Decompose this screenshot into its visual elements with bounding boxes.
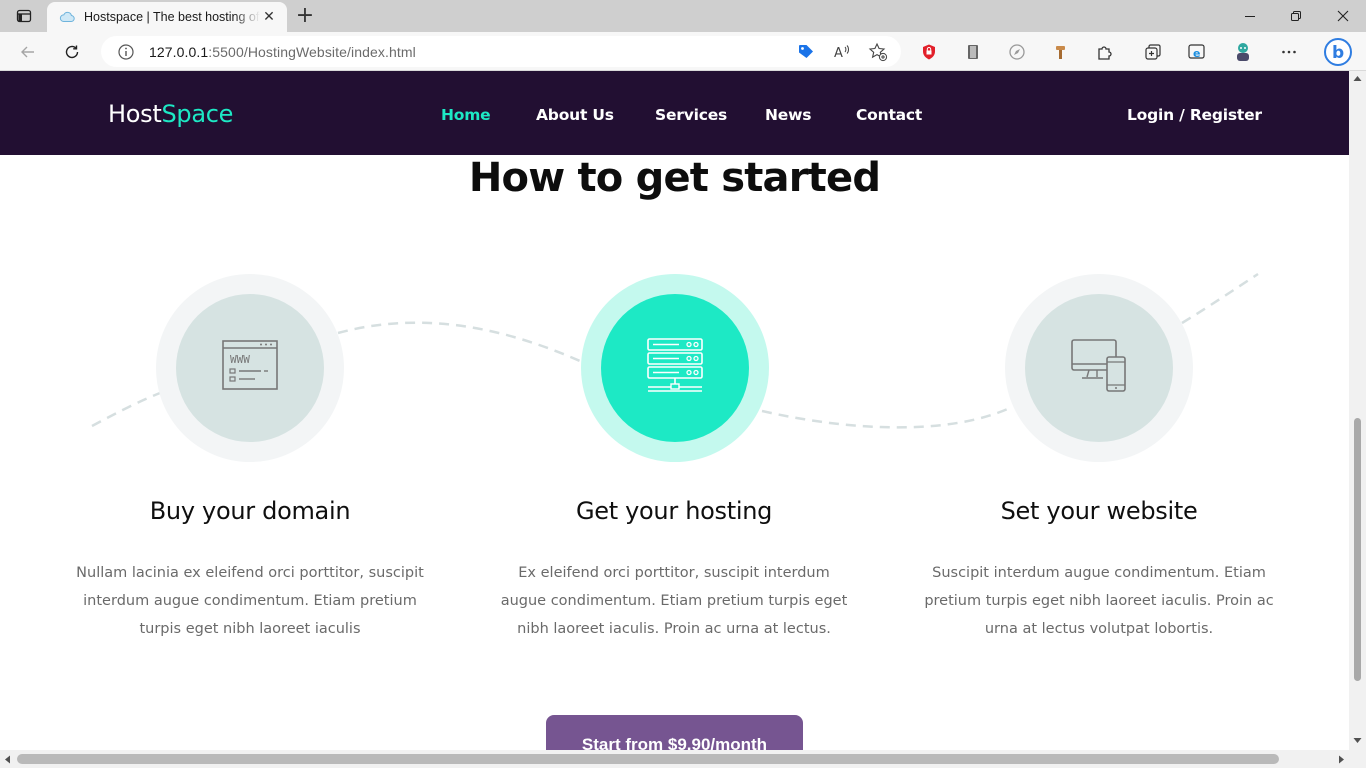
site-info-icon[interactable] <box>117 43 135 61</box>
scroll-up-arrow-icon[interactable] <box>1353 75 1362 82</box>
devices-icon <box>1069 336 1129 400</box>
close-window-icon[interactable] <box>1332 5 1354 27</box>
extension-hammer-icon[interactable] <box>1048 39 1074 65</box>
extension-compass-icon[interactable] <box>1004 39 1030 65</box>
tab-title: Hostspace | The best hosting offers <box>84 10 260 24</box>
profile-avatar-icon[interactable] <box>1230 39 1256 65</box>
add-favorite-icon[interactable] <box>867 41 889 63</box>
horizontal-scroll-thumb[interactable] <box>17 754 1279 764</box>
browser-tab[interactable]: Hostspace | The best hosting offers ✕ <box>47 2 287 32</box>
step-website-title: Set your website <box>1000 497 1198 525</box>
tab-actions-icon[interactable] <box>14 6 34 26</box>
browser-toolbar: 127.0.0.1:5500/HostingWebsite/index.html… <box>0 32 1366 71</box>
svg-text:A: A <box>834 46 843 61</box>
restore-icon[interactable] <box>1285 5 1307 27</box>
step-website-text: Suscipit interdum augue condimentum. Eti… <box>924 565 1274 637</box>
collections-icon[interactable] <box>1140 39 1166 65</box>
extensions-puzzle-icon[interactable] <box>1092 39 1118 65</box>
scroll-left-arrow-icon[interactable] <box>4 755 11 764</box>
server-icon <box>645 337 705 399</box>
page-viewport: HostSpace Home About Us Services News Co… <box>0 71 1349 750</box>
adblock-shield-icon[interactable] <box>916 39 942 65</box>
bing-chat-icon[interactable]: b <box>1322 36 1354 68</box>
ie-mode-icon[interactable]: e <box>1184 39 1210 65</box>
step-hosting-text: Ex eleifend orci porttitor, suscipit int… <box>500 565 848 637</box>
start-pricing-button[interactable]: Start from $9.90/month <box>546 715 803 750</box>
horizontal-scrollbar[interactable] <box>0 750 1366 768</box>
www-browser-icon: WWW <box>221 339 279 397</box>
scroll-right-arrow-icon[interactable] <box>1338 755 1345 764</box>
coupon-tag-icon[interactable] <box>795 41 817 63</box>
vertical-scroll-thumb[interactable] <box>1354 418 1361 681</box>
svg-text:e: e <box>1193 47 1200 60</box>
scroll-down-arrow-icon[interactable] <box>1353 737 1362 744</box>
step-domain-title: Buy your domain <box>149 497 351 525</box>
step-domain-circle: WWW <box>156 274 344 462</box>
svg-text:b: b <box>1332 43 1344 63</box>
cloud-icon <box>59 9 75 25</box>
back-icon[interactable] <box>15 39 41 65</box>
close-tab-icon[interactable]: ✕ <box>261 9 277 25</box>
step-domain-text: Nullam lacinia ex eleifend orci porttito… <box>76 565 424 637</box>
address-bar[interactable]: 127.0.0.1:5500/HostingWebsite/index.html… <box>101 36 901 67</box>
minimize-icon[interactable] <box>1239 5 1261 27</box>
svg-text:WWW: WWW <box>230 353 250 366</box>
new-tab-icon[interactable]: + <box>294 5 316 27</box>
step-hosting-title: Get your hosting <box>575 497 773 525</box>
vertical-scrollbar[interactable] <box>1349 71 1366 750</box>
extension-book-icon[interactable] <box>960 39 986 65</box>
url-text: 127.0.0.1:5500/HostingWebsite/index.html <box>149 43 416 60</box>
step-hosting-circle <box>581 274 769 462</box>
browser-tab-strip: Hostspace | The best hosting offers ✕ + <box>0 0 1366 32</box>
read-aloud-icon[interactable]: A <box>831 41 853 63</box>
more-options-icon[interactable] <box>1276 39 1302 65</box>
step-website-circle <box>1005 274 1193 462</box>
refresh-icon[interactable] <box>59 39 85 65</box>
